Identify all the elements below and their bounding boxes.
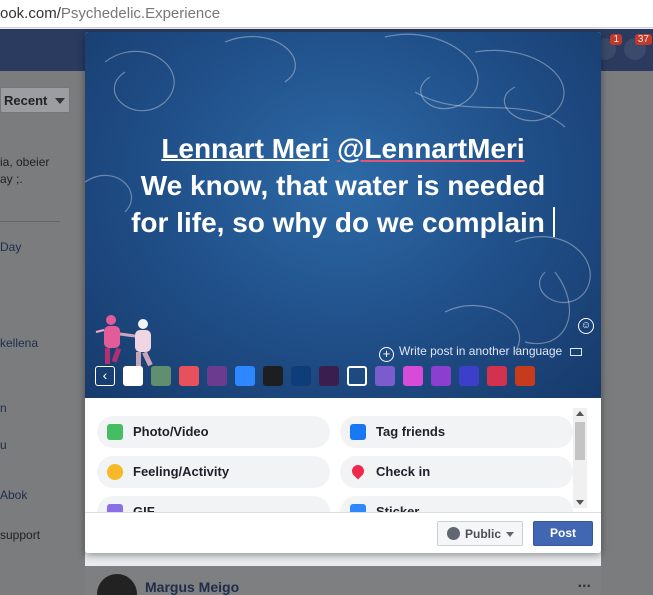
post-text-line: We know, that water is needed	[140, 170, 546, 201]
feeling-icon	[107, 464, 123, 480]
scrollbar-thumb[interactable]	[575, 422, 585, 460]
post-button[interactable]: Post	[533, 521, 593, 546]
divider	[0, 221, 60, 222]
mention-name[interactable]: Lennart Meri	[161, 133, 329, 164]
notification-badge: 1	[610, 34, 622, 45]
action-label: Check in	[376, 464, 431, 479]
post-background-canvas[interactable]: Lennart Meri @LennartMeri We know, that …	[85, 32, 601, 398]
feed-post: Margus Meigo ...	[85, 566, 601, 595]
write-another-language-label: Write post in another language	[399, 344, 563, 358]
privacy-selector[interactable]: Public	[437, 521, 523, 546]
notification-badge: 37	[634, 34, 652, 45]
background-swatch[interactable]	[515, 366, 535, 386]
check-in-button[interactable]: Check in	[340, 456, 573, 488]
notifications-icon[interactable]: 37	[624, 34, 652, 60]
feed-link[interactable]: u	[0, 438, 7, 452]
background-swatch[interactable]	[319, 366, 339, 386]
action-label: Feeling/Activity	[133, 464, 230, 479]
more-options-icon[interactable]: ...	[578, 574, 591, 592]
url-host: ook.com/	[0, 5, 61, 22]
background-swatch[interactable]	[291, 366, 311, 386]
feed-snippet: ay ;.	[0, 172, 23, 186]
background-swatch[interactable]	[459, 366, 479, 386]
avatar[interactable]	[97, 574, 137, 595]
background-swatch[interactable]	[403, 366, 423, 386]
emoji-icon[interactable]: ☺	[578, 318, 594, 334]
chevron-down-icon	[506, 532, 514, 537]
actions-scrollbar[interactable]	[573, 408, 587, 508]
chevron-down-icon	[55, 98, 65, 104]
text-cursor	[552, 207, 555, 237]
background-swatch[interactable]	[235, 366, 255, 386]
feed-snippet: support	[0, 528, 41, 542]
action-label: Photo/Video	[133, 424, 209, 439]
post-text-input[interactable]: Lennart Meri @LennartMeri We know, that …	[85, 130, 601, 241]
post-text-line: for life, so why do we complain	[131, 207, 545, 238]
scroll-down-icon[interactable]	[576, 500, 584, 505]
action-label: Tag friends	[376, 424, 446, 439]
feed-gutter	[73, 71, 85, 595]
background-swatch[interactable]	[263, 366, 283, 386]
composer-footer: Public Post	[85, 512, 601, 553]
create-post-modal: Lennart Meri @LennartMeri We know, that …	[85, 32, 601, 553]
sort-dropdown[interactable]: Recent	[0, 87, 70, 113]
background-swatch[interactable]	[207, 366, 227, 386]
mention-handle[interactable]: @LennartMeri	[337, 133, 525, 164]
chevron-left-icon[interactable]: ‹	[95, 366, 115, 386]
background-swatch[interactable]	[123, 366, 143, 386]
feed-link[interactable]: Abok	[0, 488, 27, 502]
gif-button[interactable]: GIF	[97, 496, 330, 512]
background-swatch-selected[interactable]	[347, 366, 367, 386]
action-label: GIF	[133, 504, 155, 512]
gif-icon	[107, 504, 123, 512]
background-swatch[interactable]	[179, 366, 199, 386]
url-path: Psychedelic.Experience	[60, 5, 221, 22]
composer-actions: Photo/Video Tag friends Feeling/Activity…	[85, 398, 601, 512]
plus-icon: +	[379, 347, 394, 362]
photo-icon	[107, 424, 123, 440]
browser-url[interactable]: ook.com/Psychedelic.Experience	[0, 5, 220, 22]
feed-link[interactable]: kellena	[0, 336, 38, 350]
feeling-activity-button[interactable]: Feeling/Activity	[97, 456, 330, 488]
globe-icon	[447, 527, 460, 540]
photo-video-button[interactable]: Photo/Video	[97, 416, 330, 448]
background-swatch[interactable]	[487, 366, 507, 386]
tag-friends-button[interactable]: Tag friends	[340, 416, 573, 448]
write-another-language-link[interactable]: + Write post in another language	[379, 344, 583, 362]
sticker-icon	[350, 504, 366, 512]
sort-label: Recent	[4, 93, 48, 108]
action-label: Sticker	[376, 504, 420, 512]
sticker-button[interactable]: Sticker	[340, 496, 573, 512]
keyboard-icon[interactable]	[570, 348, 583, 356]
background-swatch[interactable]	[375, 366, 395, 386]
feed-link[interactable]: Day	[0, 240, 21, 254]
background-swatch[interactable]	[151, 366, 171, 386]
feed-snippet: ia, obeier	[0, 155, 50, 169]
background-swatch[interactable]	[431, 366, 451, 386]
privacy-label: Public	[465, 527, 502, 541]
tag-friends-icon	[350, 424, 366, 440]
feed-link[interactable]: n	[0, 401, 7, 415]
browser-address-bar[interactable]: ook.com/Psychedelic.Experience	[0, 0, 653, 28]
scroll-up-icon[interactable]	[576, 411, 584, 416]
left-column	[0, 71, 73, 595]
check-in-icon	[349, 462, 367, 480]
right-column	[601, 71, 653, 595]
post-author[interactable]: Margus Meigo	[145, 579, 239, 595]
